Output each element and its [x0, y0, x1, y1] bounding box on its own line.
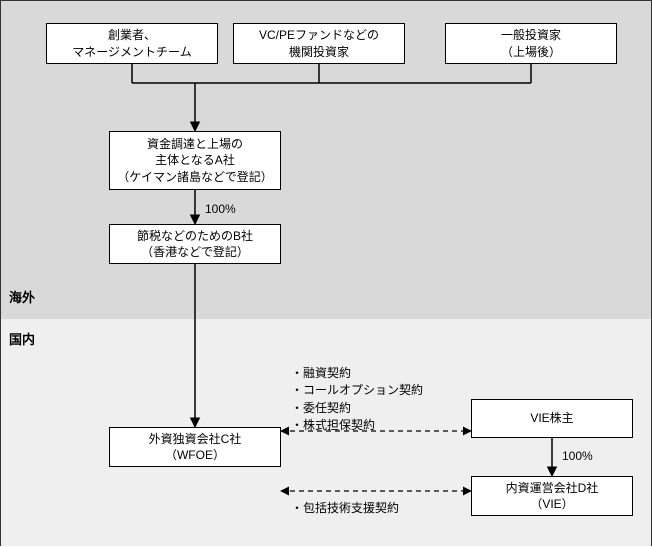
vie-structure-diagram: 海外 国内 VIE holder (upper dashed) --> D (l…: [0, 0, 652, 546]
label-100-a-to-b: 100%: [205, 202, 236, 216]
contract-item: 委任契約: [291, 400, 423, 417]
contract-item: 株式担保契約: [291, 417, 423, 434]
contract-item: コールオプション契約: [291, 382, 423, 399]
region-label-domestic: 国内: [9, 329, 35, 348]
box-company-d: 内資運営会社D社 （VIE）: [471, 476, 633, 516]
box-company-b: 節税などのためのB社 （香港などで登記）: [109, 224, 281, 264]
contracts-upper: 融資契約 コールオプション契約 委任契約 株式担保契約: [291, 365, 423, 435]
contracts-lower: ・包括技術支援契約: [291, 499, 399, 516]
box-founders: 創業者、 マネージメントチーム: [46, 23, 218, 64]
box-public-investors: 一般投資家 （上場後）: [445, 23, 617, 64]
contracts-lower-text: 包括技術支援契約: [303, 501, 399, 515]
region-label-overseas: 海外: [9, 287, 35, 306]
contract-item: 融資契約: [291, 365, 423, 382]
box-company-a: 資金調達と上場の 主体となるA社 （ケイマン諸島などで登記）: [109, 131, 281, 190]
label-100-holder-to-d: 100%: [562, 449, 593, 463]
box-vc-pe: VC/PEファンドなどの 機関投資家: [233, 23, 405, 64]
box-vie-holder: VIE株主: [471, 399, 633, 438]
box-company-c: 外資独資会社C社 （WFOE）: [109, 427, 281, 467]
